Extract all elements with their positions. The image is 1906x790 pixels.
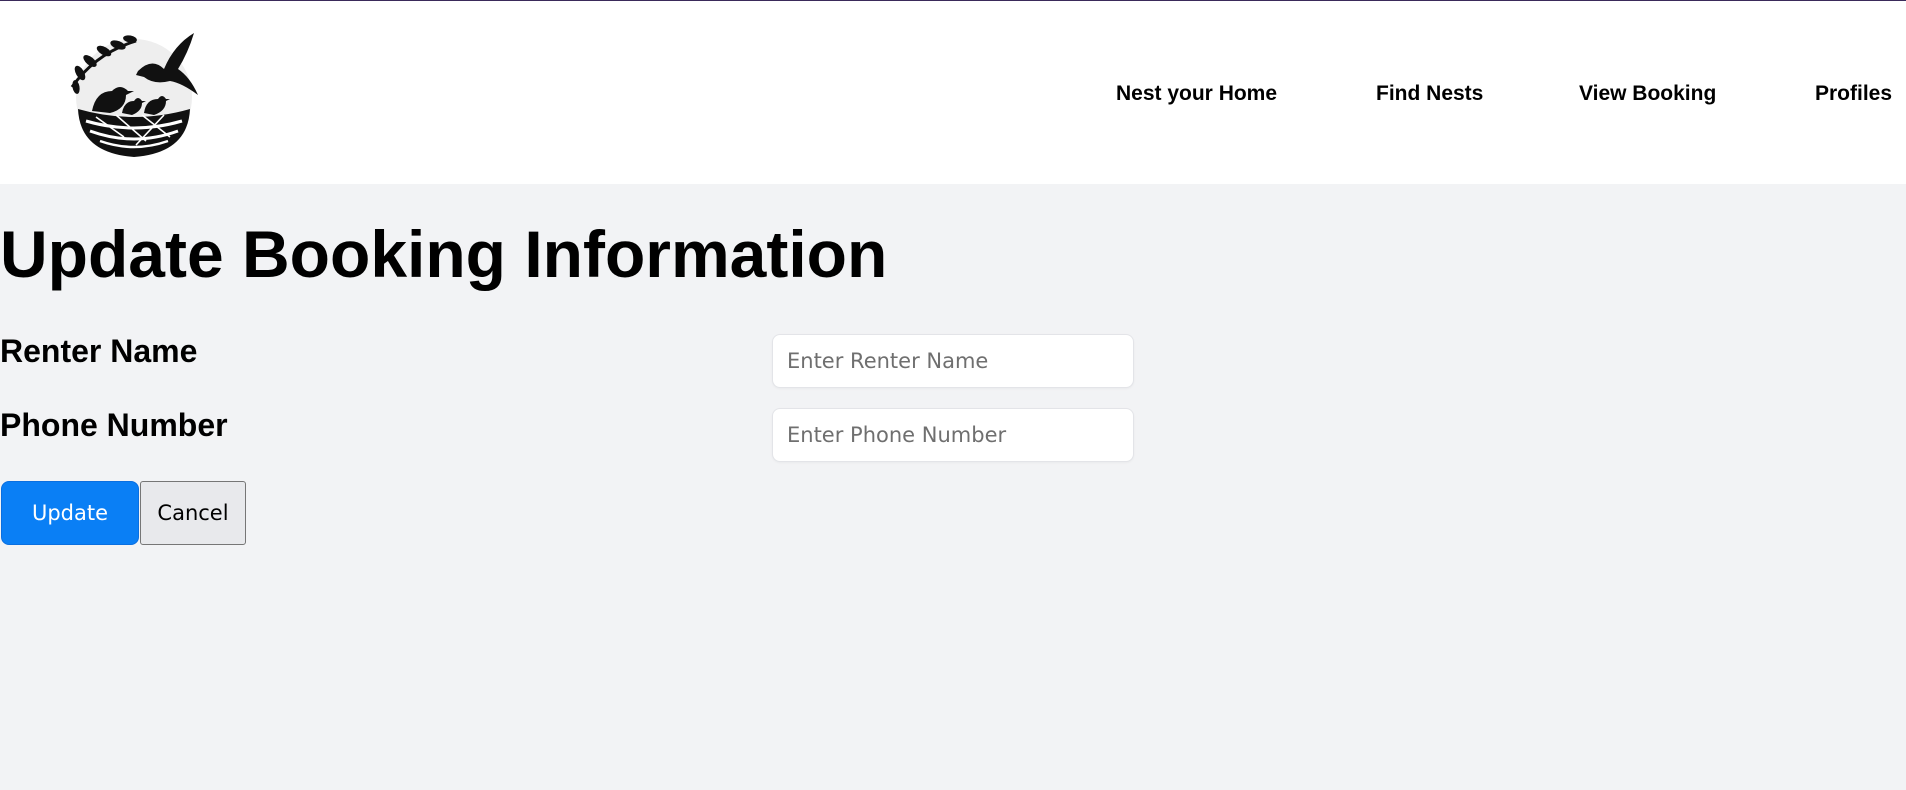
page-title: Update Booking Information — [0, 217, 888, 291]
main-nav: Nest your Home Find Nests View Booking P… — [0, 81, 1906, 111]
renter-name-input[interactable] — [772, 334, 1134, 388]
renter-name-label: Renter Name — [0, 333, 198, 369]
update-button[interactable]: Update — [1, 481, 139, 545]
booking-form-section: Update Booking Information Renter Name P… — [0, 184, 1906, 790]
nav-link-view-booking[interactable]: View Booking — [1579, 81, 1716, 107]
nav-link-profiles[interactable]: Profiles — [1815, 81, 1892, 107]
nav-link-find-nests[interactable]: Find Nests — [1376, 81, 1483, 107]
phone-number-label: Phone Number — [0, 407, 228, 443]
phone-number-input[interactable] — [772, 408, 1134, 462]
site-header: Nest your Home Find Nests View Booking P… — [0, 1, 1906, 184]
nav-link-nest-your-home[interactable]: Nest your Home — [1116, 81, 1277, 107]
cancel-button[interactable]: Cancel — [140, 481, 246, 545]
